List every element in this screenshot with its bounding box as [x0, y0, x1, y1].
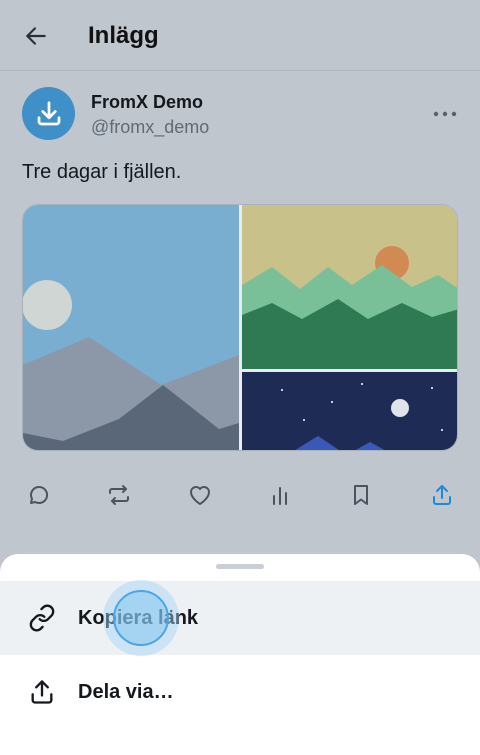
share-via-option[interactable]: Dela via… — [0, 655, 480, 729]
post-image-mountains-day[interactable] — [23, 205, 239, 450]
download-icon — [37, 100, 60, 125]
media-grid — [22, 204, 458, 451]
back-button[interactable] — [20, 20, 52, 52]
heart-icon — [190, 486, 210, 505]
like-button[interactable] — [183, 478, 217, 512]
top-app-bar: Inlägg — [0, 0, 480, 71]
sheet-drag-handle[interactable] — [216, 564, 264, 569]
author-name[interactable]: FromX Demo — [91, 92, 203, 113]
share-button[interactable] — [425, 478, 459, 512]
author-handle[interactable]: @fromx_demo — [91, 117, 209, 138]
bookmark-button[interactable] — [344, 478, 378, 512]
copy-link-option[interactable]: Kopiera länk — [0, 581, 480, 655]
bar-chart-icon — [273, 487, 287, 505]
repost-icon — [109, 485, 129, 505]
avatar[interactable] — [22, 87, 75, 140]
post-author: FromX Demo @fromx_demo — [22, 87, 462, 143]
page-title: Inlägg — [88, 22, 159, 49]
more-options-button[interactable] — [430, 101, 460, 127]
share-icon — [28, 678, 56, 706]
reply-button[interactable] — [22, 478, 56, 512]
repost-button[interactable] — [102, 478, 136, 512]
post-action-bar — [22, 478, 458, 514]
share-via-label: Dela via… — [78, 680, 174, 703]
share-icon — [433, 485, 451, 505]
post-image-hills-sunset[interactable] — [242, 205, 457, 369]
bookmark-icon — [354, 485, 368, 505]
views-button[interactable] — [263, 478, 297, 512]
post-image-night-sky[interactable] — [242, 372, 457, 450]
link-icon — [28, 604, 56, 632]
touch-indicator-core — [113, 590, 169, 646]
more-horizontal-icon — [433, 111, 457, 117]
post-text: Tre dagar i fjällen. — [22, 161, 182, 183]
share-bottom-sheet: Kopiera länk Dela via… — [0, 554, 480, 755]
comment-icon — [30, 485, 49, 504]
touch-indicator — [103, 580, 179, 656]
arrow-left-icon — [26, 27, 46, 45]
